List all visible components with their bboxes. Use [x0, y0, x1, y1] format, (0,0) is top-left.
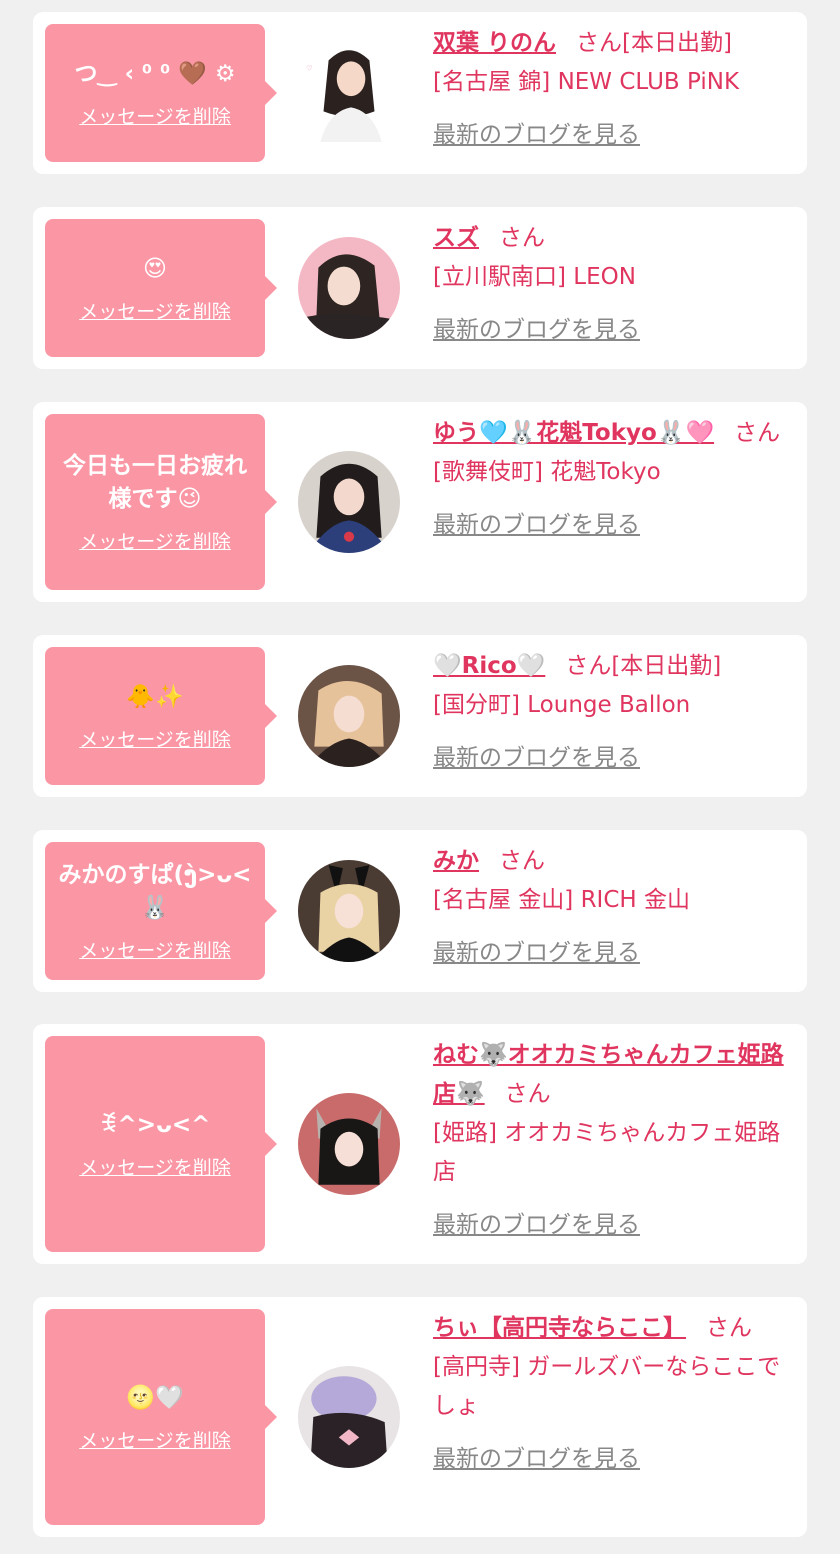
cast-info: ねむ🐺オオカミちゃんカフェ姫路店🐺 さん [姫路] オオカミちゃんカフェ姫路店 最…: [433, 1036, 793, 1245]
cast-name-link[interactable]: 🤍Rico🤍: [433, 653, 545, 679]
message-bubble: 😍 メッセージを削除: [45, 219, 277, 357]
delete-message-link[interactable]: メッセージを削除: [79, 1429, 231, 1453]
avatar[interactable]: [298, 860, 400, 962]
delete-message-link[interactable]: メッセージを削除: [79, 300, 231, 324]
message-bubble: ꉂ^>ᴗ<^ メッセージを削除: [45, 1036, 277, 1252]
message-text: みかのすぱ(ງ̀>ᴗ<🐰: [58, 862, 252, 921]
latest-blog-link[interactable]: 最新のブログを見る: [433, 311, 640, 350]
shop-label: [姫路] オオカミちゃんカフェ姫路店: [433, 1120, 781, 1185]
shop-label: [国分町] Lounge Ballon: [433, 692, 691, 718]
cast-name-link[interactable]: ゆう🩵🐰花魁Tokyo🐰🩷: [433, 420, 714, 446]
latest-blog-link[interactable]: 最新のブログを見る: [433, 934, 640, 973]
delete-message-link[interactable]: メッセージを削除: [79, 939, 231, 963]
message-bubble: つ‿ ‹ ⁰ ⁰ 🤎 ⚙ メッセージを削除: [45, 24, 277, 162]
delete-message-link[interactable]: メッセージを削除: [79, 728, 231, 752]
latest-blog-link[interactable]: 最新のブログを見る: [433, 739, 640, 778]
message-card: 今日も一日お疲れ様です😉 メッセージを削除 ゆう🩵🐰花魁Tokyo🐰🩷 さん [歌…: [33, 402, 807, 602]
avatar[interactable]: ♡: [298, 40, 400, 142]
message-bubble: 今日も一日お疲れ様です😉 メッセージを削除: [45, 414, 277, 590]
avatar[interactable]: [298, 1366, 400, 1468]
shop-label: [高円寺] ガールズバーならここでしょ: [433, 1354, 781, 1419]
cast-suffix: さん: [499, 225, 545, 251]
shop-label: [歌舞伎町] 花魁Tokyo: [433, 459, 661, 485]
message-text: 🐥✨: [126, 683, 184, 710]
shop-label: [名古屋 錦] NEW CLUB PiNK: [433, 69, 740, 95]
latest-blog-link[interactable]: 最新のブログを見る: [433, 1440, 640, 1479]
message-card: みかのすぱ(ງ̀>ᴗ<🐰 メッセージを削除 みか さん [名古屋 金山] RICH…: [33, 830, 807, 992]
cast-suffix: さん: [706, 1315, 752, 1341]
message-text: 今日も一日お疲れ様です😉: [63, 453, 247, 512]
cast-name-link[interactable]: みか: [433, 848, 479, 874]
cast-name-link[interactable]: ねむ🐺オオカミちゃんカフェ姫路店🐺: [433, 1042, 784, 1107]
shop-label: [名古屋 金山] RICH 金山: [433, 887, 690, 913]
message-text: 🌝🤍: [126, 1384, 184, 1411]
svg-text:♡: ♡: [306, 64, 312, 73]
shop-label: [立川駅南口] LEON: [433, 264, 636, 290]
message-bubble: 🌝🤍 メッセージを削除: [45, 1309, 277, 1525]
latest-blog-link[interactable]: 最新のブログを見る: [433, 1206, 640, 1245]
delete-message-link[interactable]: メッセージを削除: [79, 530, 231, 554]
avatar[interactable]: [298, 451, 400, 553]
cast-suffix: さん: [734, 420, 781, 446]
message-card: 😍 メッセージを削除 スズ さん [立川駅南口] LEON 最新のブログを見る: [33, 207, 807, 369]
cast-info: みか さん [名古屋 金山] RICH 金山 最新のブログを見る: [433, 842, 793, 973]
message-text: 😍: [143, 255, 167, 282]
cast-suffix: さん[本日出勤]: [576, 30, 732, 56]
message-card: 🐥✨ メッセージを削除 🤍Rico🤍 さん[本日出勤] [国分町] Lounge …: [33, 635, 807, 797]
message-text: つ‿ ‹ ⁰ ⁰ 🤎 ⚙: [74, 60, 236, 87]
message-card: 🌝🤍 メッセージを削除 ちぃ【高円寺ならここ】 さん [高円寺] ガールズバーなら…: [33, 1297, 807, 1537]
cast-suffix: さん: [504, 1081, 551, 1107]
message-text: ꉂ^>ᴗ<^: [99, 1111, 211, 1138]
cast-info: スズ さん [立川駅南口] LEON 最新のブログを見る: [433, 219, 793, 350]
cast-suffix: さん[本日出勤]: [565, 653, 722, 679]
message-card: ꉂ^>ᴗ<^ メッセージを削除 ねむ🐺オオカミちゃんカフェ姫路店🐺 さん [姫路]…: [33, 1024, 807, 1264]
cast-name-link[interactable]: 双葉 りのん: [433, 30, 556, 56]
avatar[interactable]: [298, 665, 400, 767]
message-card: つ‿ ‹ ⁰ ⁰ 🤎 ⚙ メッセージを削除 ♡ 双葉 りのん さん[本日出勤] […: [33, 12, 807, 174]
avatar[interactable]: [298, 237, 400, 339]
message-bubble: 🐥✨ メッセージを削除: [45, 647, 277, 785]
cast-info: 双葉 りのん さん[本日出勤] [名古屋 錦] NEW CLUB PiNK 最新の…: [433, 24, 793, 155]
latest-blog-link[interactable]: 最新のブログを見る: [433, 116, 640, 155]
latest-blog-link[interactable]: 最新のブログを見る: [433, 506, 640, 545]
cast-name-link[interactable]: ちぃ【高円寺ならここ】: [433, 1315, 686, 1341]
cast-name-link[interactable]: スズ: [433, 225, 479, 251]
delete-message-link[interactable]: メッセージを削除: [79, 105, 231, 129]
avatar[interactable]: [298, 1093, 400, 1195]
cast-suffix: さん: [499, 848, 545, 874]
cast-info: 🤍Rico🤍 さん[本日出勤] [国分町] Lounge Ballon 最新のブロ…: [433, 647, 793, 778]
delete-message-link[interactable]: メッセージを削除: [79, 1156, 231, 1180]
cast-info: ゆう🩵🐰花魁Tokyo🐰🩷 さん [歌舞伎町] 花魁Tokyo 最新のブログを見る: [433, 414, 793, 545]
cast-info: ちぃ【高円寺ならここ】 さん [高円寺] ガールズバーならここでしょ 最新のブログ…: [433, 1309, 793, 1479]
message-bubble: みかのすぱ(ງ̀>ᴗ<🐰 メッセージを削除: [45, 842, 277, 980]
